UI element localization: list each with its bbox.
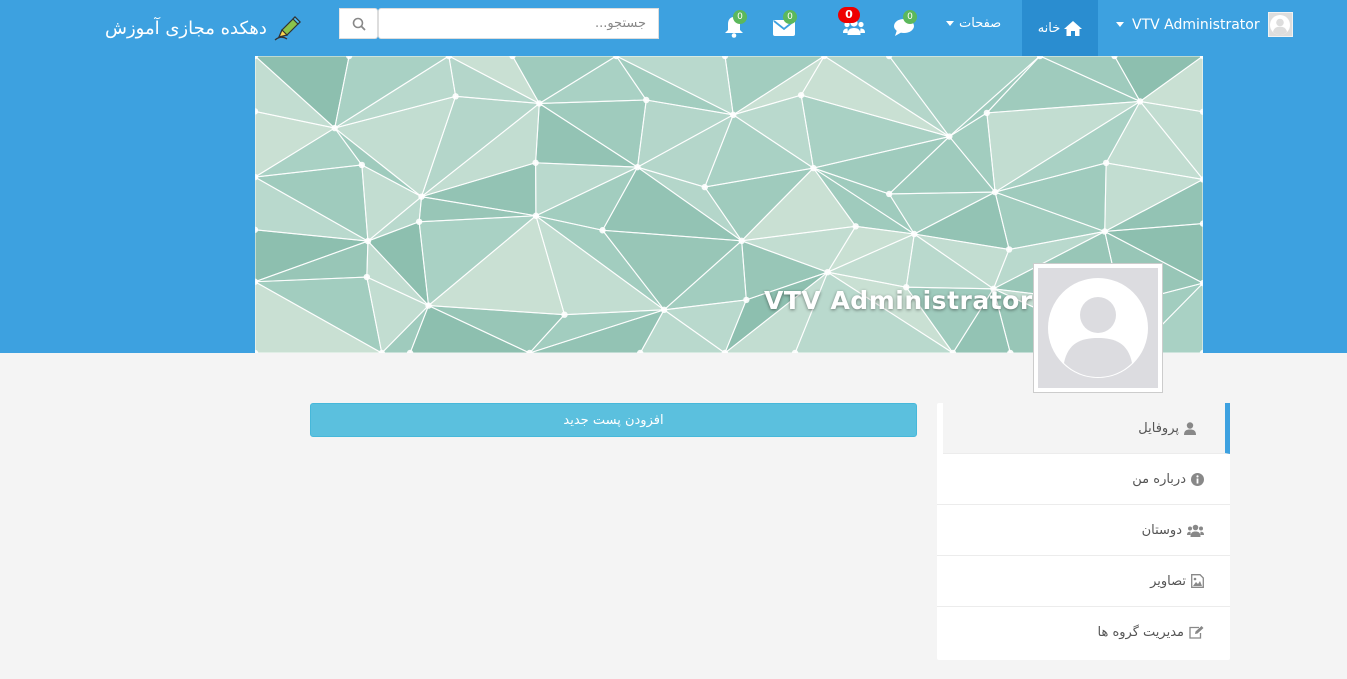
top-navbar: دهکده مجازی آموزش 0 0: [0, 0, 1347, 56]
avatar-placeholder-icon: [1048, 278, 1148, 378]
sidebar-item-manage-groups[interactable]: مدیریت گروه ها: [937, 607, 1230, 658]
chat-badge: 0: [903, 10, 917, 24]
image-icon: [1190, 574, 1204, 588]
sidebar-item-profile[interactable]: پروفایل: [943, 403, 1230, 454]
info-icon: [1190, 472, 1204, 486]
profile-sidebar: پروفایل درباره من دوستان تصاویر مدیریت گ…: [937, 403, 1230, 660]
friend-requests-button[interactable]: 0: [838, 7, 869, 44]
search-form: [339, 8, 659, 39]
sidebar-item-photos[interactable]: تصاویر: [937, 556, 1230, 607]
user-name: VTV Administrator: [1132, 16, 1260, 33]
caret-down-icon: [946, 21, 954, 26]
sidebar-item-label: دوستان: [1141, 522, 1182, 538]
sidebar-item-about[interactable]: درباره من: [937, 454, 1230, 505]
home-tab[interactable]: خانه: [1022, 0, 1098, 56]
brand-title: دهکده مجازی آموزش: [105, 17, 267, 39]
profile-name: VTV Administrator: [764, 286, 1033, 315]
avatar-placeholder-icon: [1270, 15, 1291, 35]
sidebar-item-label: پروفایل: [1138, 420, 1179, 436]
users-icon: [1186, 523, 1204, 537]
home-icon: [1064, 20, 1083, 36]
search-icon: [352, 17, 366, 31]
pages-dropdown[interactable]: صفحات: [946, 16, 1001, 31]
user-avatar: [1267, 12, 1293, 37]
user-icon: [1183, 421, 1197, 435]
sidebar-item-friends[interactable]: دوستان: [937, 505, 1230, 556]
messages-button[interactable]: 0: [769, 10, 799, 44]
pencil-logo-icon: [274, 16, 301, 41]
add-post-button[interactable]: افزودن پست جدید: [310, 403, 917, 437]
edit-icon: [1188, 626, 1204, 640]
sidebar-item-label: تصاویر: [1150, 573, 1186, 589]
search-button[interactable]: [339, 8, 378, 39]
brand-logo[interactable]: دهکده مجازی آموزش: [105, 12, 303, 44]
friend-requests-badge: 0: [838, 7, 860, 23]
profile-photo[interactable]: [1033, 263, 1163, 393]
user-menu[interactable]: VTV Administrator: [1116, 12, 1293, 37]
sidebar-item-label: مدیریت گروه ها: [1097, 625, 1185, 640]
messages-badge: 0: [783, 10, 797, 24]
home-label: خانه: [1037, 20, 1061, 36]
pages-label: صفحات: [959, 16, 1002, 31]
chat-button[interactable]: 0: [889, 10, 919, 44]
notifications-button[interactable]: 0: [719, 10, 749, 44]
search-input[interactable]: [378, 8, 659, 39]
sidebar-item-label: درباره من: [1132, 471, 1186, 487]
caret-down-icon: [1116, 22, 1124, 27]
notifications-badge: 0: [733, 10, 747, 24]
